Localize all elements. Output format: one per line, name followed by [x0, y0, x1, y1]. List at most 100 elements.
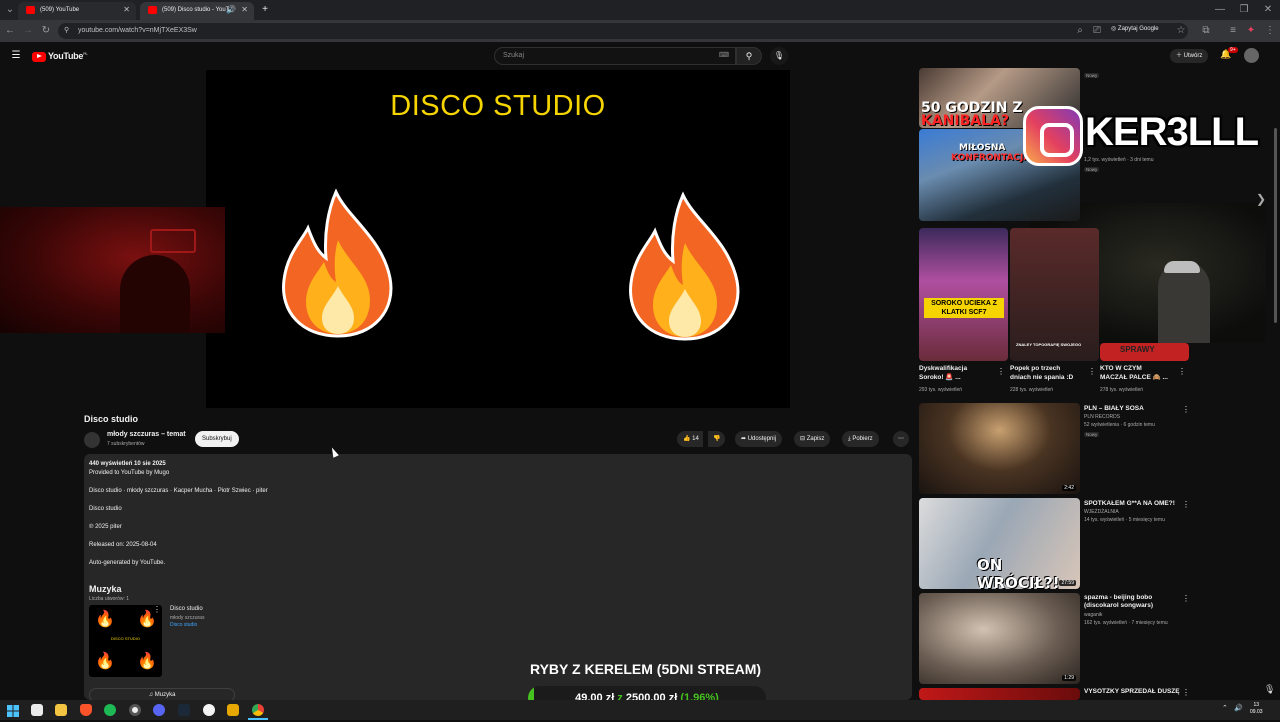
- new-tab-icon[interactable]: +: [257, 2, 273, 18]
- obs-icon[interactable]: [129, 704, 141, 716]
- music-track-thumbnail[interactable]: 🔥 🔥 DISCO STUDIO 🔥 🔥 ⋮: [89, 605, 162, 677]
- thumbnail-overlay-text: MIŁOSNA: [959, 143, 1006, 153]
- subscribe-button[interactable]: Subskrybuj: [195, 431, 239, 447]
- minimize-icon[interactable]: —: [1212, 2, 1228, 18]
- search-button[interactable]: ⚲: [736, 47, 762, 65]
- forward-icon[interactable]: →: [20, 23, 36, 39]
- steam-icon[interactable]: [178, 704, 190, 716]
- more-options-icon[interactable]: ⋮: [997, 367, 1005, 376]
- more-options-icon[interactable]: ⋮: [1182, 594, 1190, 603]
- tray-expand-icon[interactable]: ⌃: [1222, 704, 1228, 712]
- like-button[interactable]: 👍 14: [677, 431, 703, 447]
- back-icon[interactable]: ←: [2, 23, 18, 39]
- download-label: Pobierz: [852, 436, 873, 442]
- short-title[interactable]: dniach nie spania :D: [1010, 374, 1073, 382]
- short-title[interactable]: MACZAŁ PALCE 🙈 ...: [1100, 374, 1168, 382]
- zoom-icon[interactable]: ⌕: [1072, 23, 1088, 39]
- account-avatar[interactable]: [1244, 48, 1259, 63]
- more-options-icon[interactable]: ⋮: [1178, 367, 1186, 376]
- search-input[interactable]: Szukaj ⌨: [494, 47, 736, 65]
- close-tab-icon[interactable]: ✕: [123, 2, 130, 18]
- media-icon[interactable]: ≡: [1225, 23, 1241, 39]
- discord-icon[interactable]: [153, 704, 165, 716]
- keyboard-icon[interactable]: ⌨: [719, 48, 729, 64]
- channel-name[interactable]: WJEŻDŻALNIA: [1084, 509, 1119, 516]
- new-badge: Nowy: [1084, 167, 1100, 172]
- chrome-menu-icon[interactable]: ⋮: [1262, 23, 1278, 39]
- sidebar-thumbnail[interactable]: 1:29: [919, 593, 1080, 684]
- youtube-logo[interactable]: YouTubePL: [32, 51, 88, 63]
- maximize-icon[interactable]: ❐: [1236, 2, 1252, 18]
- file-explorer-icon[interactable]: [55, 704, 67, 716]
- brave-icon[interactable]: [80, 704, 92, 716]
- tab-youtube-home[interactable]: (509) YouTube ✕: [18, 2, 136, 20]
- sidebar-thumbnail[interactable]: [919, 688, 1080, 700]
- spotify-icon[interactable]: [104, 704, 116, 716]
- more-actions-button[interactable]: ⋯: [893, 431, 909, 447]
- more-options-icon[interactable]: ⋮: [1182, 500, 1190, 509]
- extensions-icon[interactable]: ⧉: [1198, 23, 1214, 39]
- app-icon[interactable]: [227, 704, 239, 716]
- tab-title: (509) YouTube: [40, 7, 80, 13]
- streamer-webcam-left: [0, 207, 225, 333]
- short-thumbnail[interactable]: SPRAWY: [1100, 343, 1189, 361]
- rockstar-icon[interactable]: [203, 704, 215, 716]
- tab-disco-studio[interactable]: (509) Disco studio - YouTu 🔊 ✕: [140, 2, 254, 20]
- video-player[interactable]: DISCO STUDIO: [206, 70, 790, 408]
- thumbnail-overlay-text: SOROKO UCIEKA Z KLATKI SCF7: [924, 298, 1004, 318]
- dislike-button[interactable]: 👎: [708, 431, 726, 447]
- window-close-icon[interactable]: ✕: [1260, 2, 1276, 18]
- speaker-icon[interactable]: 🔊: [226, 2, 236, 18]
- video-title[interactable]: PLN – BIAŁY SOSA: [1084, 405, 1144, 413]
- chrome-icon[interactable]: [252, 704, 264, 716]
- save-button[interactable]: ⊟ Zapisz: [794, 431, 831, 447]
- search-placeholder: Szukaj: [503, 52, 525, 59]
- thumb-menu-icon[interactable]: ⋮: [153, 605, 161, 614]
- short-title[interactable]: Popek po trzech: [1010, 365, 1060, 373]
- short-title[interactable]: Dyskwalifikacja: [919, 365, 967, 373]
- profile-icon[interactable]: ✦: [1243, 23, 1259, 39]
- sidebar-thumbnail[interactable]: ON WRÓCIŁ?! 27:59: [919, 498, 1080, 589]
- microphone-icon[interactable]: 🎙: [1264, 684, 1275, 695]
- bookmark-star-icon[interactable]: ☆: [1173, 23, 1189, 39]
- channel-avatar[interactable]: [84, 432, 100, 448]
- more-options-icon[interactable]: ⋮: [1182, 688, 1190, 697]
- music-track-title[interactable]: Disco studio: [170, 606, 203, 612]
- share-button[interactable]: ➦ Udostępnij: [735, 431, 783, 447]
- short-thumbnail[interactable]: ZNALEY TOPOGRAFIĘ SWOJEGO: [1010, 228, 1099, 361]
- video-title[interactable]: (discokarol songwars): [1084, 602, 1153, 610]
- hamburger-menu-icon[interactable]: ☰: [8, 48, 24, 64]
- channel-name[interactable]: waganik: [1084, 612, 1102, 619]
- channel-name[interactable]: PLN RECORDS: [1084, 414, 1120, 421]
- sidebar-thumbnail[interactable]: 2:42: [919, 403, 1080, 494]
- channel-name[interactable]: młody szczuras – temat: [107, 431, 186, 438]
- site-info-icon[interactable]: ⚲: [64, 23, 69, 39]
- ask-google-button[interactable]: ◎ Zapytaj Google: [1106, 22, 1164, 36]
- volume-icon[interactable]: 🔊: [1234, 704, 1243, 712]
- video-title[interactable]: spazma - beijing bobo: [1084, 594, 1152, 602]
- reload-icon[interactable]: ↻: [38, 23, 54, 39]
- download-button[interactable]: ⤓ Pobierz: [842, 431, 879, 447]
- tab-search-icon[interactable]: ⌄: [2, 2, 18, 18]
- description-box[interactable]: 440 wyświetleń 10 sie 2025 Provided to Y…: [84, 454, 912, 702]
- music-track-album[interactable]: Disco studio: [170, 622, 197, 628]
- store-icon[interactable]: [31, 704, 43, 716]
- cast-icon[interactable]: ⎚: [1089, 23, 1105, 39]
- more-options-icon[interactable]: ⋮: [1088, 367, 1096, 376]
- start-icon[interactable]: [7, 704, 19, 717]
- youtube-favicon-icon: [26, 6, 35, 14]
- page-scrollbar[interactable]: [1274, 128, 1277, 323]
- more-options-icon[interactable]: ⋮: [1182, 405, 1190, 414]
- taskbar-clock[interactable]: 13 09.03: [1250, 702, 1263, 716]
- short-thumbnail[interactable]: SOROKO UCIEKA Z KLATKI SCF7: [919, 228, 1008, 361]
- video-title[interactable]: VYSOTZKY SPRZEDAŁ DUSZĘ: [1084, 688, 1180, 696]
- close-tab-icon[interactable]: ✕: [241, 2, 248, 18]
- short-title[interactable]: KTO W CZYM: [1100, 365, 1142, 373]
- voice-search-button[interactable]: 🎙: [770, 47, 788, 65]
- like-count: 14: [692, 436, 699, 442]
- short-title[interactable]: Soroko! 🚨 ...: [919, 374, 961, 382]
- video-title[interactable]: SPOTKAŁEM G**A NA OME?!: [1084, 500, 1175, 508]
- address-bar[interactable]: ⚲ youtube.com/watch?v=nMjTXeEX3Sw: [58, 23, 1188, 39]
- create-button[interactable]: ＋ Utwórz: [1170, 49, 1209, 63]
- next-arrow-icon[interactable]: ❯: [1256, 192, 1266, 206]
